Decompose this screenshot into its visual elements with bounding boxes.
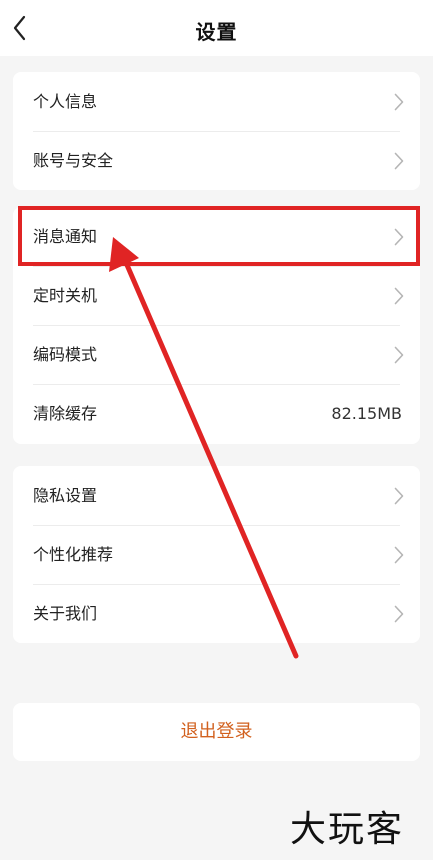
settings-item-clear-cache[interactable]: 清除缓存 82.15MB: [13, 384, 420, 443]
settings-item-personal-info[interactable]: 个人信息: [13, 72, 420, 131]
settings-item-personalized-recommendation[interactable]: 个性化推荐: [13, 525, 420, 584]
settings-item-account-security[interactable]: 账号与安全: [13, 131, 420, 190]
logout-label: 退出登录: [180, 721, 253, 742]
chevron-right-icon: [394, 546, 404, 564]
watermark-text: 大玩客: [290, 809, 405, 850]
settings-item-label: 编码模式: [33, 345, 98, 364]
cache-size-value: 82.15MB: [331, 404, 402, 423]
settings-item-about-us[interactable]: 关于我们: [13, 584, 420, 643]
settings-item-label: 隐私设置: [33, 486, 98, 505]
settings-item-label: 账号与安全: [33, 151, 114, 170]
settings-group-general: 消息通知 定时关机 编码模式 清除缓存 82.15MB: [13, 207, 420, 444]
top-bar: 设置: [0, 0, 433, 56]
settings-item-label: 消息通知: [33, 227, 98, 246]
chevron-right-icon: [394, 93, 404, 111]
logout-button[interactable]: 退出登录: [13, 703, 420, 761]
chevron-right-icon: [394, 605, 404, 623]
settings-group-privacy: 隐私设置 个性化推荐 关于我们: [13, 466, 420, 643]
page-title: 设置: [195, 20, 238, 44]
settings-item-encoding-mode[interactable]: 编码模式: [13, 325, 420, 384]
chevron-right-icon: [394, 152, 404, 170]
settings-item-label: 定时关机: [33, 286, 98, 305]
settings-item-label: 个人信息: [33, 92, 98, 111]
settings-item-label: 关于我们: [33, 604, 98, 623]
settings-group-account: 个人信息 账号与安全: [13, 72, 420, 190]
settings-item-timed-shutdown[interactable]: 定时关机: [13, 266, 420, 325]
chevron-right-icon: [394, 346, 404, 364]
settings-item-label: 清除缓存: [33, 404, 98, 423]
chevron-right-icon: [394, 228, 404, 246]
settings-item-notifications[interactable]: 消息通知: [13, 207, 420, 266]
chevron-right-icon: [394, 287, 404, 305]
settings-item-label: 个性化推荐: [33, 545, 114, 564]
chevron-right-icon: [394, 487, 404, 505]
settings-item-privacy[interactable]: 隐私设置: [13, 466, 420, 525]
